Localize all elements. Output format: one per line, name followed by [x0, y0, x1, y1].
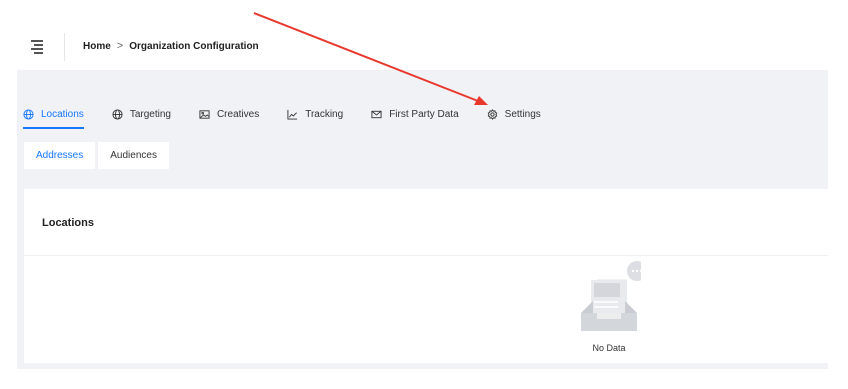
card-title: Locations — [42, 217, 94, 229]
tab-label: Creatives — [216, 108, 260, 120]
globe-icon — [23, 108, 34, 120]
header: Home > Organization Configuration — [0, 0, 848, 70]
tab-label: Tracking — [305, 108, 344, 120]
breadcrumb: Home > Organization Configuration — [83, 40, 259, 52]
breadcrumb-current: Organization Configuration — [129, 40, 259, 52]
empty-state: No Data — [577, 261, 647, 361]
tab-locations[interactable]: Locations — [17, 100, 84, 129]
tab-creatives[interactable]: Creatives — [193, 100, 259, 128]
empty-text: No Data — [592, 343, 626, 353]
breadcrumb-home[interactable]: Home — [83, 41, 111, 52]
header-divider — [64, 33, 65, 61]
locations-card: Locations No Data — [24, 189, 828, 363]
target-globe-icon — [112, 108, 123, 120]
tab-label: Settings — [504, 108, 541, 120]
tab-bar: Locations Targeting Creatives Tracking F… — [17, 100, 563, 130]
line-chart-icon — [287, 109, 298, 120]
image-icon — [199, 109, 210, 119]
tab-label: Locations — [41, 108, 84, 120]
subtab-audiences[interactable]: Audiences — [98, 142, 169, 169]
mail-icon — [371, 110, 382, 118]
tab-tracking[interactable]: Tracking — [281, 100, 343, 128]
subtab-bar: Addresses Audiences — [24, 142, 169, 169]
menu-toggle-icon[interactable] — [31, 40, 45, 54]
tab-first-party-data[interactable]: First Party Data — [365, 100, 459, 128]
empty-inbox-icon — [581, 261, 647, 331]
tab-settings[interactable]: Settings — [481, 100, 541, 128]
tab-label: Targeting — [129, 108, 171, 120]
card-divider — [24, 255, 828, 256]
subtab-addresses[interactable]: Addresses — [24, 142, 96, 169]
breadcrumb-separator: > — [116, 40, 124, 52]
gear-icon — [487, 108, 497, 120]
tab-targeting[interactable]: Targeting — [106, 100, 171, 128]
tab-label: First Party Data — [389, 108, 459, 120]
